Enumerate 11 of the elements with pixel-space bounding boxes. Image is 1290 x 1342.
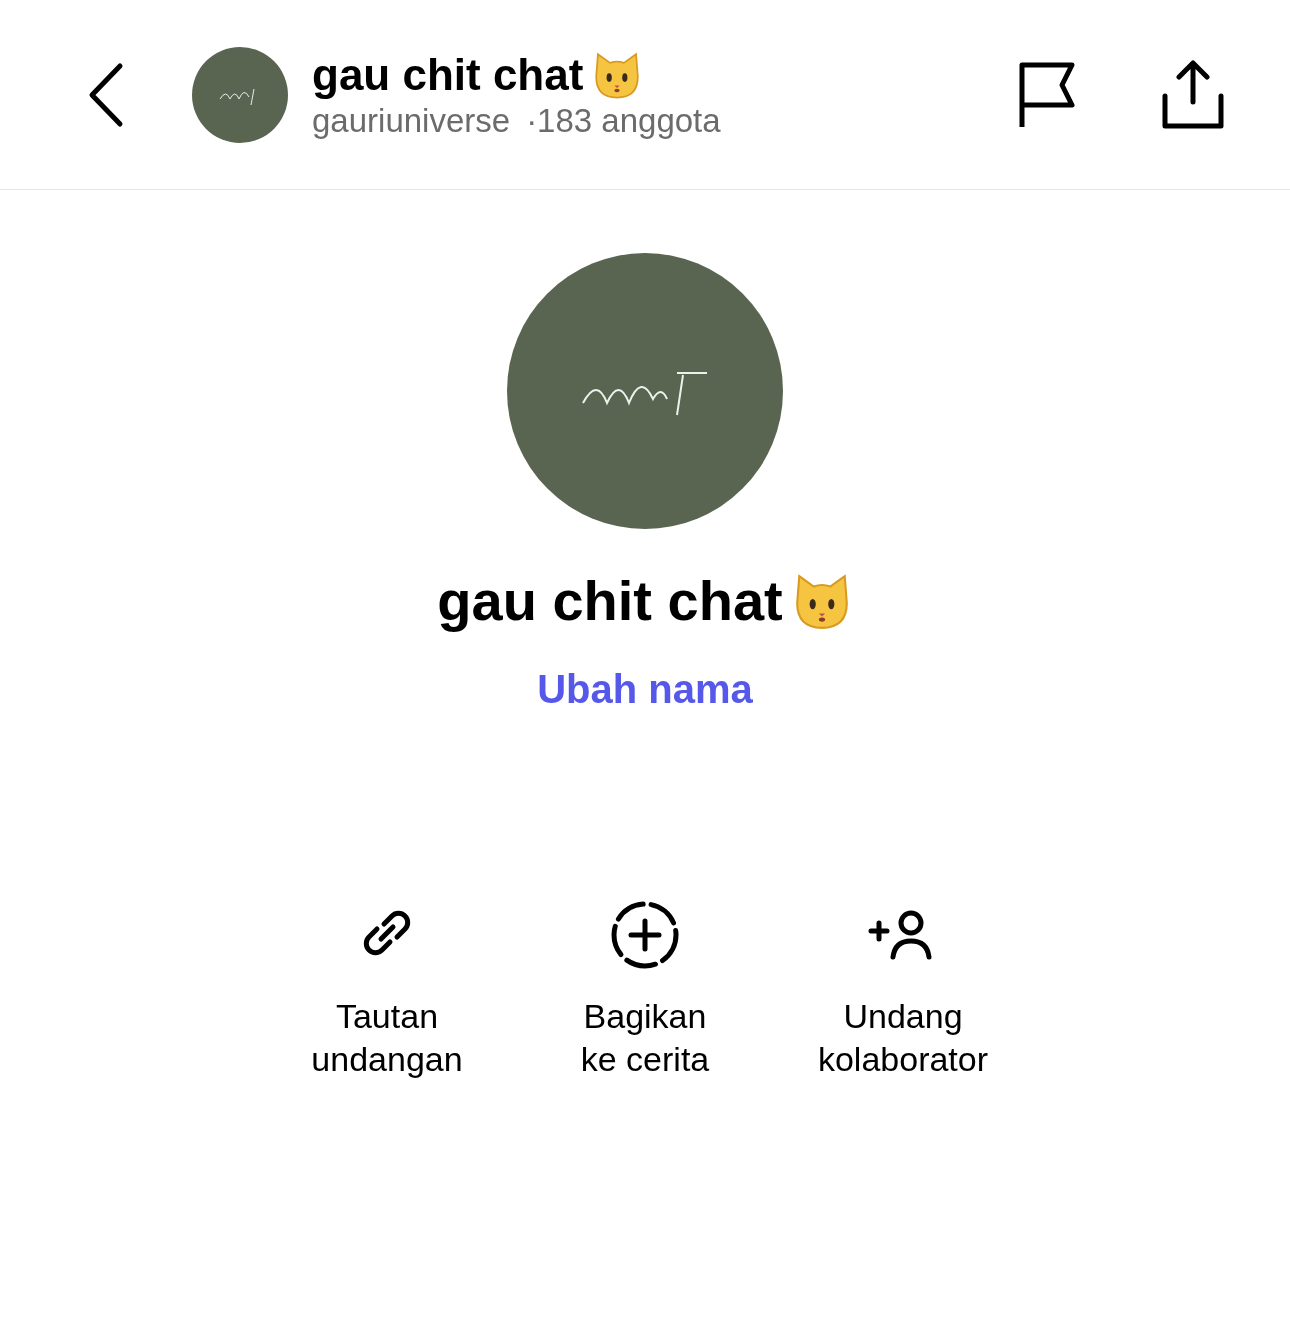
member-count: ·183 anggota: [526, 100, 721, 141]
chat-title: gau chit chat: [312, 50, 584, 99]
username[interactable]: gauriuniverse: [312, 100, 511, 141]
action-button[interactable]: Bagikan ke cerita: [516, 899, 774, 1080]
group-name: gau chit chat: [437, 568, 783, 634]
action-button[interactable]: Undang kolaborator: [774, 899, 1032, 1080]
rename-link[interactable]: Ubah nama: [537, 659, 753, 719]
action-button[interactable]: Tautan undangan: [258, 899, 516, 1080]
report-flag-button[interactable]: [1018, 60, 1076, 129]
share-button[interactable]: [1162, 59, 1224, 130]
dashed-circle-plus-icon: [609, 899, 681, 971]
